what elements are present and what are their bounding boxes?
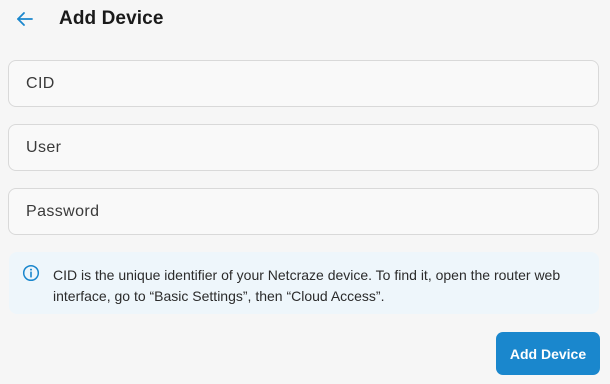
user-field-container <box>8 124 599 171</box>
password-input[interactable] <box>9 189 598 234</box>
info-icon <box>22 264 40 282</box>
cid-input[interactable] <box>9 61 598 106</box>
password-field-container <box>8 188 599 235</box>
info-box: CID is the unique identifier of your Net… <box>9 252 599 314</box>
cid-field-container <box>8 60 599 107</box>
info-text: CID is the unique identifier of your Net… <box>53 267 561 304</box>
user-input[interactable] <box>9 125 598 170</box>
arrow-left-icon <box>17 12 33 26</box>
header: Add Device <box>0 0 610 38</box>
back-button[interactable] <box>12 6 38 32</box>
page-title: Add Device <box>59 8 164 29</box>
add-device-button[interactable]: Add Device <box>496 332 600 375</box>
